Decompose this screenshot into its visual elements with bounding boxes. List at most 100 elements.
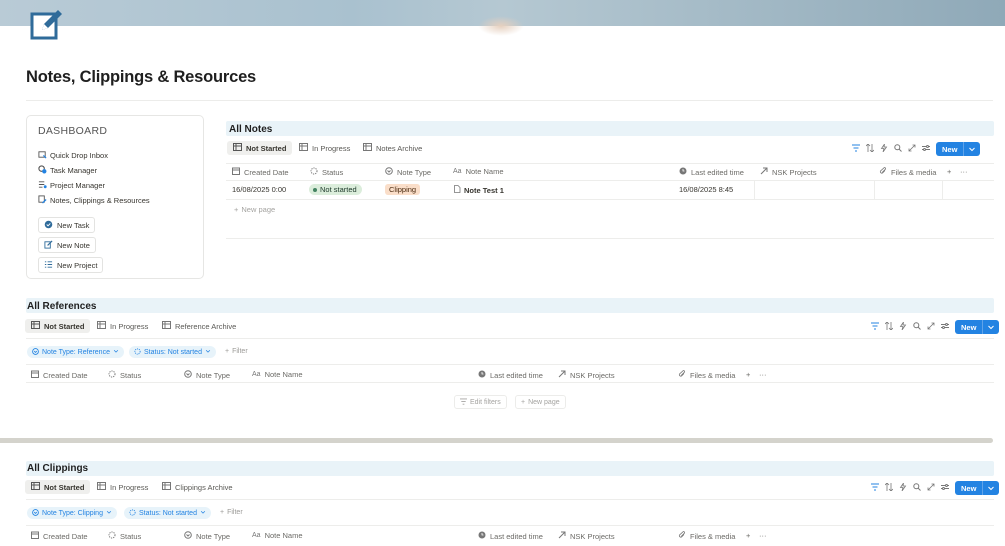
col-status[interactable]: Status	[108, 531, 141, 541]
new-page-button[interactable]: + New page	[515, 395, 566, 409]
col-note-name[interactable]: Aa Note Name	[453, 167, 504, 176]
settings-sliders-icon[interactable]	[941, 322, 949, 332]
divider	[226, 199, 994, 200]
dashboard-link-project-manager[interactable]: Project Manager	[38, 180, 105, 191]
edit-page-icon[interactable]	[30, 8, 64, 40]
expand-icon[interactable]	[927, 322, 935, 332]
col-note-type[interactable]: Note Type	[184, 370, 230, 380]
dashboard-link-notes[interactable]: Notes, Clippings & Resources	[38, 195, 150, 206]
chevron-down-icon[interactable]	[982, 481, 999, 495]
col-created-date[interactable]: Created Date	[31, 531, 88, 541]
expand-icon[interactable]	[908, 144, 916, 154]
tab-in-progress[interactable]: In Progress	[293, 141, 356, 155]
sort-icon[interactable]	[884, 321, 894, 332]
cell-created-date[interactable]: 16/08/2025 0:00	[232, 185, 286, 194]
lightning-icon[interactable]	[899, 482, 907, 493]
status-icon	[310, 167, 318, 177]
tab-not-started[interactable]: Not Started	[25, 480, 91, 494]
select-icon	[32, 508, 39, 518]
new-clipping-button[interactable]: New	[955, 481, 1000, 495]
filter-status[interactable]: Status: Not started	[129, 346, 216, 358]
divider	[226, 180, 994, 181]
add-filter-button[interactable]: + Filter	[220, 509, 243, 516]
new-reference-button[interactable]: New	[955, 320, 1000, 334]
col-nsk-projects[interactable]: NSK Projects	[760, 167, 817, 177]
add-filter-button[interactable]: + Filter	[225, 348, 248, 355]
col-label: Note Name	[264, 370, 303, 379]
tab-label: In Progress	[312, 143, 351, 153]
new-note-button[interactable]: New Note	[38, 237, 96, 253]
lightning-icon[interactable]	[880, 143, 888, 154]
edit-filters-button[interactable]: Edit filters	[454, 395, 507, 409]
more-options-button[interactable]: ···	[759, 531, 767, 540]
col-nsk-projects[interactable]: NSK Projects	[558, 370, 615, 380]
col-status[interactable]: Status	[108, 370, 141, 380]
col-nsk-projects[interactable]: NSK Projects	[558, 531, 615, 541]
all-references-title[interactable]: All References	[27, 301, 96, 312]
col-files-media[interactable]: Files & media	[678, 370, 735, 380]
dashboard-link-quick-drop-inbox[interactable]: Quick Drop Inbox	[38, 150, 108, 161]
divider	[26, 382, 994, 383]
new-note-db-button[interactable]: New	[936, 142, 981, 156]
lightning-icon[interactable]	[899, 321, 907, 332]
table-icon	[363, 143, 372, 153]
relation-arrow-icon	[558, 531, 566, 541]
chevron-down-icon[interactable]	[963, 142, 980, 156]
new-project-button[interactable]: New Project	[38, 257, 104, 273]
col-label: Note Type	[196, 370, 231, 380]
col-last-edited[interactable]: Last edited time	[478, 531, 543, 541]
filter-note-type[interactable]: Note Type: Reference	[27, 346, 124, 358]
tab-in-progress[interactable]: In Progress	[91, 480, 154, 494]
cell-status[interactable]: Not started	[309, 184, 362, 195]
add-property-button[interactable]: +	[947, 167, 951, 176]
expand-icon[interactable]	[927, 483, 935, 493]
settings-sliders-icon[interactable]	[922, 144, 930, 154]
col-files-media[interactable]: Files & media	[678, 531, 735, 541]
new-page-button[interactable]: + New page	[234, 205, 275, 214]
add-property-button[interactable]: +	[746, 370, 750, 379]
title-divider	[26, 100, 993, 101]
filter-icon[interactable]	[871, 483, 879, 493]
dashboard-link-task-manager[interactable]: Task Manager	[38, 165, 97, 176]
col-note-name[interactable]: Aa Note Name	[252, 370, 303, 379]
filter-note-type[interactable]: Note Type: Clipping	[27, 507, 117, 519]
sort-icon[interactable]	[884, 482, 894, 493]
cell-note-type[interactable]: Clipping	[385, 184, 421, 195]
col-created-date[interactable]: Created Date	[232, 167, 289, 177]
chevron-down-icon[interactable]	[982, 320, 999, 334]
tab-in-progress[interactable]: In Progress	[91, 319, 154, 333]
filter-icon[interactable]	[852, 144, 860, 154]
dashboard-callout: DASHBOARD Quick Drop Inbox Task Manager …	[26, 115, 204, 279]
col-last-edited[interactable]: Last edited time	[679, 167, 744, 177]
all-notes-title[interactable]: All Notes	[229, 124, 272, 135]
tab-not-started[interactable]: Not Started	[25, 319, 91, 333]
new-task-button[interactable]: New Task	[38, 217, 96, 233]
tab-not-started[interactable]: Not Started	[227, 141, 293, 155]
search-icon[interactable]	[913, 483, 921, 493]
filter-icon[interactable]	[871, 322, 879, 332]
calendar-icon	[232, 167, 240, 177]
col-note-name[interactable]: Aa Note Name	[252, 531, 303, 540]
col-last-edited[interactable]: Last edited time	[478, 370, 543, 380]
filter-status[interactable]: Status: Not started	[124, 507, 211, 519]
all-clippings-title[interactable]: All Clippings	[27, 463, 88, 474]
col-status[interactable]: Status	[310, 167, 343, 177]
sort-icon[interactable]	[865, 143, 875, 154]
add-property-button[interactable]: +	[746, 531, 750, 540]
cell-note-name[interactable]: Note Test 1	[453, 185, 504, 195]
tab-notes-archive[interactable]: Notes Archive	[357, 141, 428, 155]
more-options-button[interactable]: ···	[960, 167, 968, 176]
tab-clippings-archive[interactable]: Clippings Archive	[156, 480, 239, 494]
settings-sliders-icon[interactable]	[941, 483, 949, 493]
col-created-date[interactable]: Created Date	[31, 370, 88, 380]
select-icon	[385, 167, 393, 177]
col-label: Status	[322, 167, 344, 177]
col-files-media[interactable]: Files & media	[879, 167, 936, 177]
col-note-type[interactable]: Note Type	[385, 167, 431, 177]
col-note-type[interactable]: Note Type	[184, 531, 230, 541]
more-options-button[interactable]: ···	[759, 370, 767, 379]
tab-reference-archive[interactable]: Reference Archive	[156, 319, 242, 333]
tab-label: Clippings Archive	[175, 482, 233, 492]
search-icon[interactable]	[913, 322, 921, 332]
search-icon[interactable]	[894, 144, 902, 154]
